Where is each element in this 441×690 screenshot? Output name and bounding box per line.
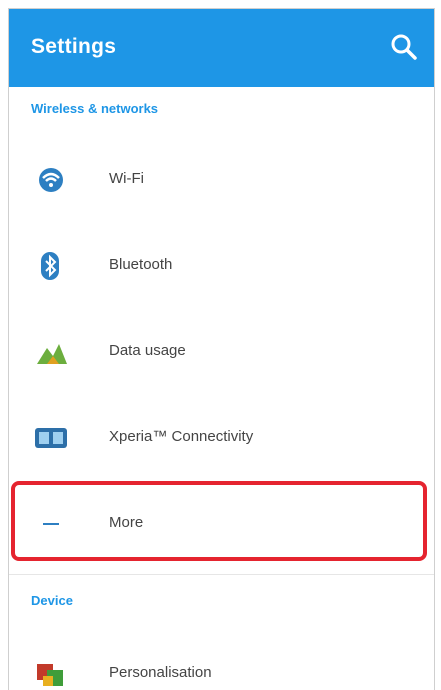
section-header-wireless-networks: Wireless & networks — [31, 101, 159, 116]
xperia-connectivity-icon — [33, 422, 69, 454]
app-bar-title: Settings — [31, 35, 117, 58]
settings-item-label: Xperia™ Connectivity — [109, 428, 254, 445]
section-header-device: Device — [31, 593, 73, 608]
settings-item-bluetooth[interactable]: Bluetooth — [9, 223, 434, 309]
settings-item-wifi[interactable]: Wi-Fi — [9, 137, 434, 223]
settings-item-more[interactable]: More — [9, 481, 434, 567]
settings-item-data-usage[interactable]: Data usage — [9, 309, 434, 395]
settings-item-label: More — [109, 514, 144, 531]
wifi-icon — [33, 164, 69, 196]
settings-item-label: Wi-Fi — [109, 170, 144, 187]
search-button[interactable] — [388, 31, 420, 63]
settings-item-label: Personalisation — [109, 664, 212, 681]
personalisation-icon — [33, 658, 69, 690]
bluetooth-icon — [33, 250, 69, 282]
settings-item-xperia-connectivity[interactable]: Xperia™ Connectivity — [9, 395, 434, 481]
settings-item-label: Bluetooth — [109, 256, 173, 273]
app-bar: Settings — [9, 9, 434, 87]
settings-screen: Settings Wireless & networks Wi-Fi Bluet… — [8, 8, 435, 690]
section-divider — [9, 574, 434, 575]
settings-item-personalisation[interactable]: Personalisation — [9, 631, 434, 690]
settings-item-label: Data usage — [109, 342, 186, 359]
data-usage-icon — [33, 336, 69, 368]
search-icon — [391, 34, 417, 60]
more-icon — [33, 508, 69, 540]
